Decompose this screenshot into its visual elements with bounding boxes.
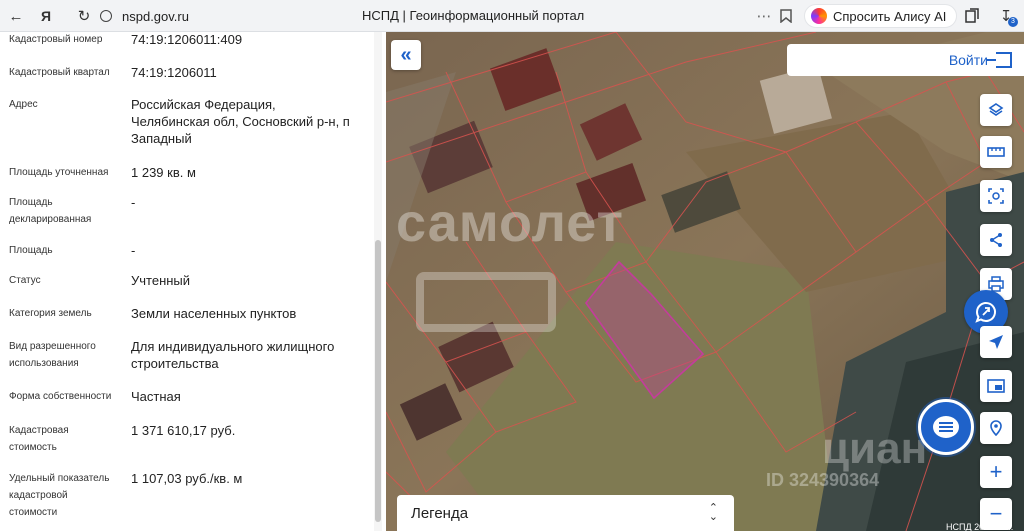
assistant-icon [975,302,996,323]
info-row-value: - [131,195,136,210]
share-button[interactable] [980,224,1012,256]
info-row-label: Адрес [9,99,38,110]
info-row-value: - [131,243,136,258]
minimap-icon [987,379,1005,393]
legend-dropdown[interactable]: Легенда ⌃ ⌄ [397,495,734,531]
collections-icon[interactable] [962,6,982,26]
zoom-in-button[interactable]: + [980,456,1012,488]
watermark-id: ID 324390364 [766,470,880,490]
alice-button[interactable]: Спросить Алису AI [804,4,958,28]
watermark-cian: циан [822,424,928,473]
watermark-logo [416,272,556,332]
double-chevron-left-icon: « [400,43,412,66]
browser-toolbar: ← Я ↻ nspd.gov.ru НСПД | Геоинформационн… [0,0,1024,32]
ruler-icon [987,147,1005,157]
reload-icon[interactable]: ↻ [74,6,94,26]
info-row-label: Удельный показатель кадастровой стоимост… [9,473,110,518]
select-area-button[interactable] [980,180,1012,212]
search-location-icon [990,420,1002,436]
navigation-arrow-icon [989,335,1003,349]
chat-bubble-icon [933,416,959,438]
plus-icon: + [989,459,1003,484]
share-icon [990,233,1002,247]
info-row-value: Для индивидуального жилищного строительс… [131,339,335,371]
site-info-icon[interactable] [100,10,112,22]
info-row-label: Площадь уточненная [9,167,109,178]
map-view[interactable]: самолет циан ID 324390364 « Войти + − Ле… [386,32,1024,531]
info-row-label: Площадь [9,245,53,256]
login-label: Войти [948,52,988,68]
search-location-button[interactable] [980,412,1012,444]
info-row-label: Вид разрешенного использования [9,341,96,369]
info-row-value: Учтенный [131,273,191,288]
layers-icon [988,103,1004,116]
chevron-up-down-icon: ⌃ ⌄ [708,502,718,523]
map-scale-attribution: НСПД 2025 © ... 20 м [946,522,1014,531]
parcel-info-panel: Кадастровый номер 74:19:1206011:409 Кадаст… [0,32,386,531]
collapse-panel-button[interactable]: « [391,40,421,70]
watermark-brand: самолет [396,193,624,253]
legend-label: Легенда [411,504,469,522]
url-text: nspd.gov.ru [122,8,189,24]
more-icon[interactable]: ⋯ [754,6,774,26]
login-icon [986,52,1012,68]
info-row-label: Площадь декларированная [9,197,92,225]
info-row-value: Российская Федерация, Челябинская обл, С… [131,97,350,146]
info-row-value: Земли населенных пунктов [131,306,297,321]
panel-scrollbar-thumb[interactable] [375,240,381,522]
ruler-button[interactable] [980,136,1012,168]
info-row-value: 74:19:1206011 [131,65,217,80]
yandex-logo-icon[interactable]: Я [36,6,56,26]
address-bar[interactable]: nspd.gov.ru [100,7,189,25]
alice-icon [811,8,827,24]
back-arrow-icon[interactable]: ← [6,6,26,26]
login-button[interactable]: Войти [787,44,1024,76]
select-area-icon [988,188,1004,204]
info-row-label: Кадастровый квартал [9,67,110,78]
minimap-button[interactable] [980,370,1012,402]
info-row-label: Кадастровый номер [9,34,103,45]
info-row-label: Категория земель [9,308,92,319]
info-row-value: 74:19:1206011:409 [131,32,243,47]
info-row-value: Частная [131,389,181,404]
locate-button[interactable] [980,326,1012,358]
info-row-label: Кадастровая стоимость [9,425,69,453]
downloads-badge: 3 [1008,17,1018,27]
info-row-value: 1 239 кв. м [131,165,196,180]
info-row-value: 1 107,03 руб./кв. м [131,471,243,486]
info-row-label: Форма собственности [9,391,112,402]
alice-label: Спросить Алису AI [833,8,947,24]
layers-button[interactable] [980,94,1012,126]
chat-button[interactable] [918,399,974,455]
info-row-label: Статус [9,275,41,286]
bookmark-icon[interactable] [776,6,796,26]
page-title: НСПД | Геоинформационный портал [362,8,585,23]
info-row-value: 1 371 610,17 руб. [131,423,236,438]
downloads-icon[interactable]: ↧ 3 [996,6,1018,27]
